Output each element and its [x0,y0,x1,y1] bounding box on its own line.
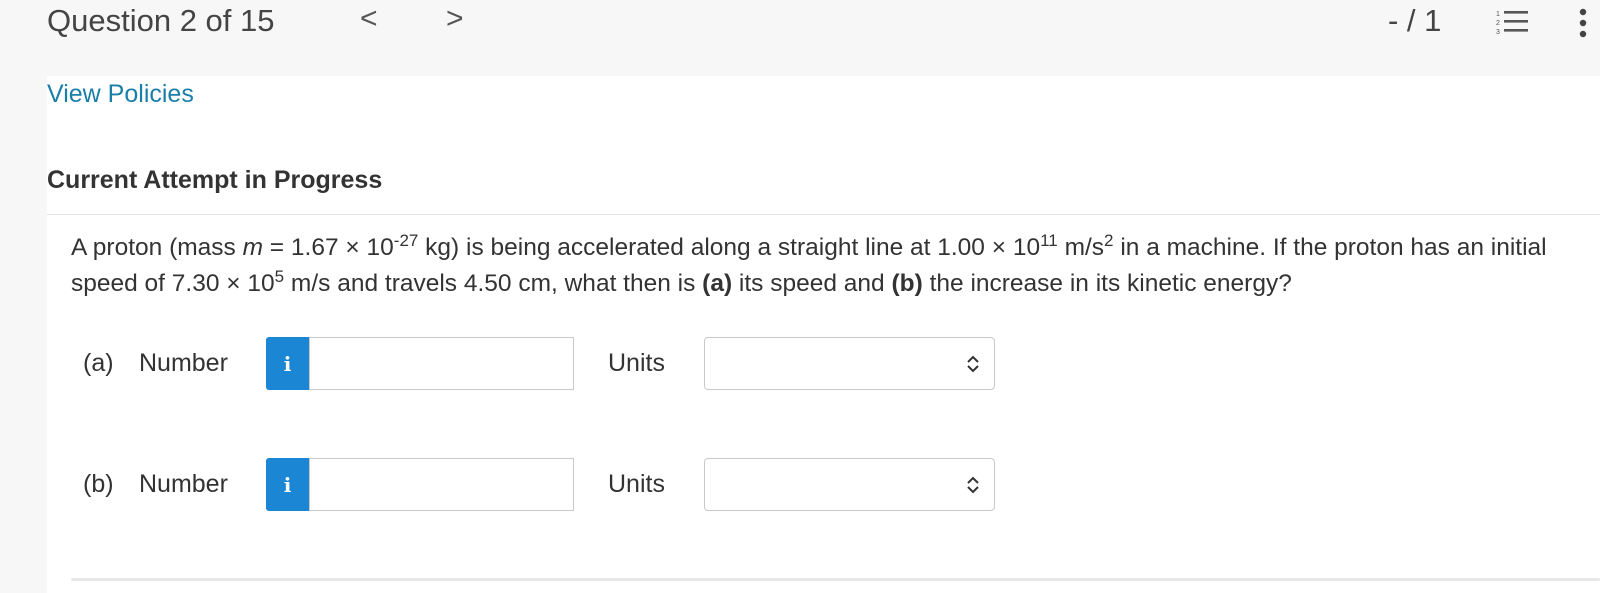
question-panel: View Policies Current Attempt in Progres… [47,76,1600,593]
attempt-heading: Current Attempt in Progress [47,166,383,194]
numbered-list-icon[interactable]: 1 2 3 [1496,8,1530,36]
units-select-a[interactable] [704,337,995,390]
number-label-b: Number [139,470,228,498]
part-label-b: (b) [83,470,114,498]
question-counter: Question 2 of 15 [47,3,275,38]
number-input-a[interactable] [309,337,574,390]
next-question-button[interactable]: > [446,2,464,36]
part-label-a: (a) [83,349,114,377]
divider [47,214,1600,215]
units-select-b[interactable] [704,458,995,511]
number-label-a: Number [139,349,228,377]
more-vertical-icon[interactable] [1578,8,1588,38]
number-input-b[interactable] [309,458,574,511]
select-arrows-icon [967,476,979,494]
units-label-a: Units [608,349,665,377]
info-button-b[interactable]: i [266,458,309,511]
score-display: - / 1 [1388,3,1442,38]
view-policies-link[interactable]: View Policies [47,80,194,109]
svg-text:3: 3 [1496,29,1500,36]
units-label-b: Units [608,470,665,498]
top-bar: Question 2 of 15 < > - / 1 1 2 3 [0,0,1600,76]
select-arrows-icon [967,355,979,373]
svg-text:2: 2 [1496,20,1500,27]
previous-question-button[interactable]: < [360,2,378,36]
info-button-a[interactable]: i [266,337,309,390]
bottom-divider [71,578,1600,581]
svg-text:1: 1 [1496,11,1500,18]
answer-row-a: (a) Number i Units [47,337,1047,391]
answer-row-b: (b) Number i Units [47,458,1047,512]
question-text: A proton (mass m = 1.67 × 10-27 kg) is b… [71,231,1547,297]
